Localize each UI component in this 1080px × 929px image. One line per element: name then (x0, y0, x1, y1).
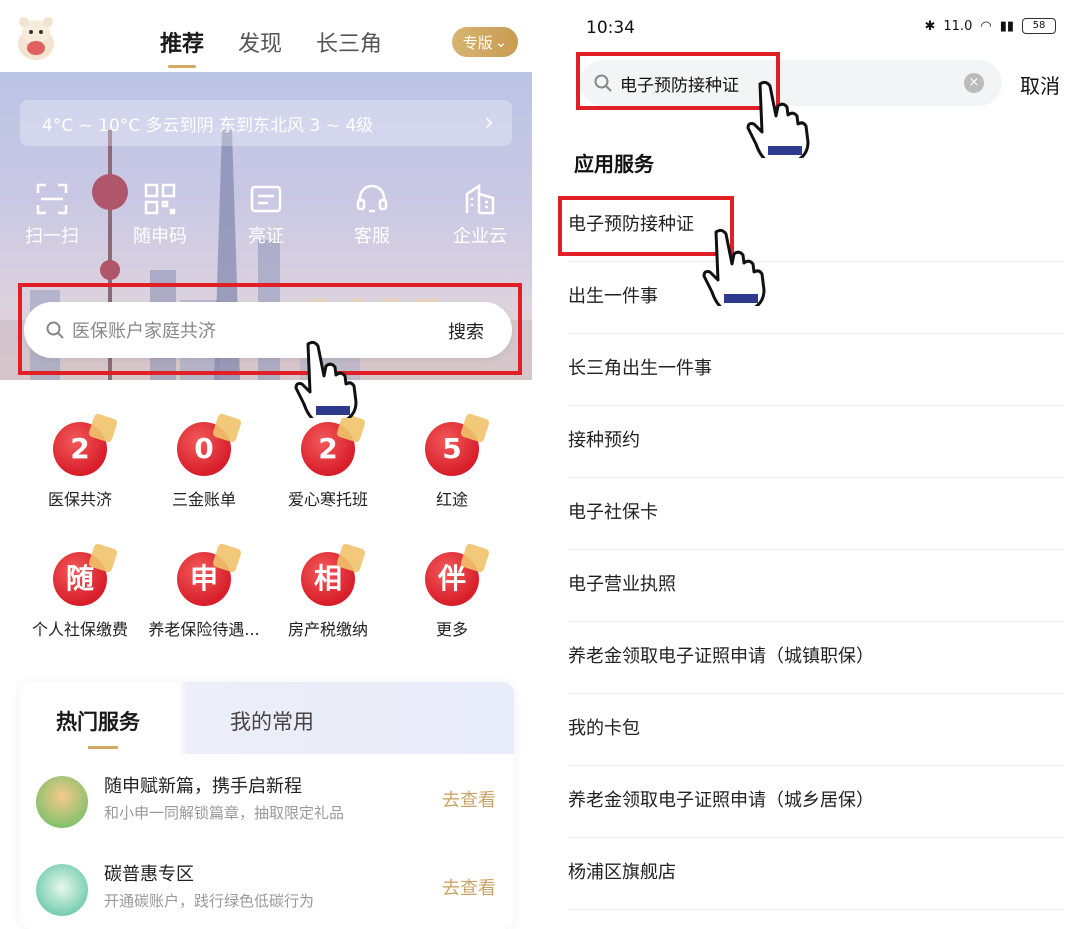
service-more[interactable]: 伴 更多 (392, 542, 512, 640)
service-label: 爱心寒托班 (287, 490, 368, 509)
service-label: 三金账单 (171, 490, 236, 509)
left-screen: 推荐 发现 长三角 专版 ⌄ 2025 4°C ~ 10°C 多云到阴 东到东北… (0, 0, 532, 929)
pointing-hand-icon (294, 340, 358, 418)
headset-icon (356, 184, 388, 213)
quick-scan[interactable]: 扫一扫 (12, 182, 92, 248)
tab-hot-services[interactable]: 热门服务 (56, 706, 140, 749)
quick-label: 亮证 (248, 226, 284, 247)
top-nav: 推荐 发现 长三角 专版 ⌄ (0, 0, 532, 72)
service-label: 养老保险待遇... (148, 620, 260, 639)
result-item[interactable]: 电子社保卡 (568, 478, 1064, 550)
hot-tabs: 热门服务 我的常用 (20, 682, 514, 754)
highlight-box-search (18, 283, 522, 375)
result-item[interactable]: 电子营业执照 (568, 550, 1064, 622)
service-red-route[interactable]: 5 红途 (392, 412, 512, 510)
pointing-hand-icon (702, 228, 766, 306)
quick-label: 企业云 (453, 226, 507, 247)
quick-enterprise-cloud[interactable]: 企业云 (440, 182, 520, 248)
view-button[interactable]: 去查看 (442, 874, 496, 900)
hot-item-title: 碳普惠专区 (104, 864, 194, 885)
clear-icon[interactable]: × (964, 73, 984, 93)
quick-label: 随申码 (133, 226, 187, 247)
service-medical-sharing[interactable]: 2 医保共济 (20, 412, 140, 510)
result-item[interactable]: 养老金领取电子证照申请（城乡居保） (568, 766, 1064, 838)
badge-icon: 相 (301, 542, 367, 606)
result-item[interactable]: 长三角出生一件事 (568, 334, 1064, 406)
hot-services-card: 热门服务 我的常用 随申赋新篇，携手启新程 和小申一同解锁篇章，抽取限定礼品 去… (20, 682, 514, 929)
edition-label: 专版 (462, 33, 493, 52)
quick-health-code[interactable]: 随申码 (120, 182, 200, 248)
badge-icon: 随 (53, 542, 119, 606)
result-item[interactable]: 出生一件事 (568, 262, 1064, 334)
badge-icon: 5 (425, 412, 491, 476)
edition-button[interactable]: 专版 ⌄ (452, 27, 518, 57)
building-icon (465, 183, 495, 215)
service-winter-care[interactable]: 2 爱心寒托班 (268, 412, 388, 510)
status-icons: ✱ 11.0 ◠ ▮▮ 58 (924, 18, 1056, 34)
spring-event-icon (36, 776, 88, 828)
result-item[interactable]: 接种预约 (568, 406, 1064, 478)
service-funds-bill[interactable]: 0 三金账单 (144, 412, 264, 510)
result-item[interactable]: 我的卡包 (568, 694, 1064, 766)
scan-icon (36, 183, 68, 215)
badge-icon: 0 (177, 412, 243, 476)
right-screen: 10:34 ✱ 11.0 ◠ ▮▮ 58 电子预防接种证 × 取消 应用服务 电… (548, 0, 1080, 929)
quick-customer-service[interactable]: 客服 (332, 182, 412, 248)
id-card-icon (250, 185, 282, 213)
hot-item-title: 随申赋新篇，携手启新程 (104, 776, 302, 797)
quick-label: 扫一扫 (25, 226, 79, 247)
bluetooth-icon: ✱ (924, 18, 936, 34)
service-label: 房产税缴纳 (287, 620, 368, 639)
service-social-insurance-pay[interactable]: 随 个人社保缴费 (20, 542, 140, 640)
tab-recommend[interactable]: 推荐 (160, 26, 204, 68)
service-label: 红途 (435, 490, 468, 509)
wifi-icon: ◠ (980, 18, 992, 34)
hot-item[interactable]: 碳普惠专区 开通碳账户，践行绿色低碳行为 去查看 (20, 858, 514, 929)
cancel-button[interactable]: 取消 (1020, 70, 1060, 99)
result-item[interactable]: 杨浦区旗舰店 (568, 838, 1064, 910)
service-label: 医保共济 (47, 490, 112, 509)
tab-discover[interactable]: 发现 (238, 26, 282, 68)
badge-icon: 2 (53, 412, 119, 476)
weather-bar[interactable]: 4°C ~ 10°C 多云到阴 东到东北风 3 ~ 4级 › (20, 100, 512, 146)
mascot-avatar-icon[interactable] (14, 14, 58, 62)
service-label: 个人社保缴费 (31, 620, 128, 639)
weather-text: 4°C ~ 10°C 多云到阴 东到东北风 3 ~ 4级 (42, 115, 374, 136)
pointing-hand-icon (746, 80, 810, 158)
carbon-credit-icon (36, 864, 88, 916)
chevron-right-icon: › (484, 108, 494, 136)
badge-icon: 2 (301, 412, 367, 476)
result-item[interactable]: 养老金领取电子证照申请（城镇职保） (568, 622, 1064, 694)
quick-show-id[interactable]: 亮证 (226, 182, 306, 248)
qr-code-icon (144, 183, 176, 215)
service-label: 更多 (435, 620, 468, 639)
chevron-down-icon: ⌄ (494, 33, 508, 51)
quick-label: 客服 (354, 226, 390, 247)
hot-item-subtitle: 和小申一同解锁篇章，抽取限定礼品 (104, 804, 345, 822)
section-title: 应用服务 (574, 152, 654, 176)
view-button[interactable]: 去查看 (442, 786, 496, 812)
signal-icon: ▮▮ (999, 18, 1014, 34)
service-property-tax[interactable]: 相 房产税缴纳 (268, 542, 388, 640)
badge-icon: 申 (177, 542, 243, 606)
network-speed: 11.0 (943, 18, 973, 34)
tab-my-frequent[interactable]: 我的常用 (230, 706, 314, 736)
battery-icon: 58 (1022, 18, 1056, 34)
tab-yangtze-delta[interactable]: 长三角 (316, 26, 382, 68)
hot-item[interactable]: 随申赋新篇，携手启新程 和小申一同解锁篇章，抽取限定礼品 去查看 (20, 770, 514, 850)
service-pension-benefits[interactable]: 申 养老保险待遇... (144, 542, 264, 640)
status-time: 10:34 (586, 18, 635, 38)
hot-item-subtitle: 开通碳账户，践行绿色低碳行为 (104, 892, 315, 910)
badge-icon: 伴 (425, 542, 491, 606)
